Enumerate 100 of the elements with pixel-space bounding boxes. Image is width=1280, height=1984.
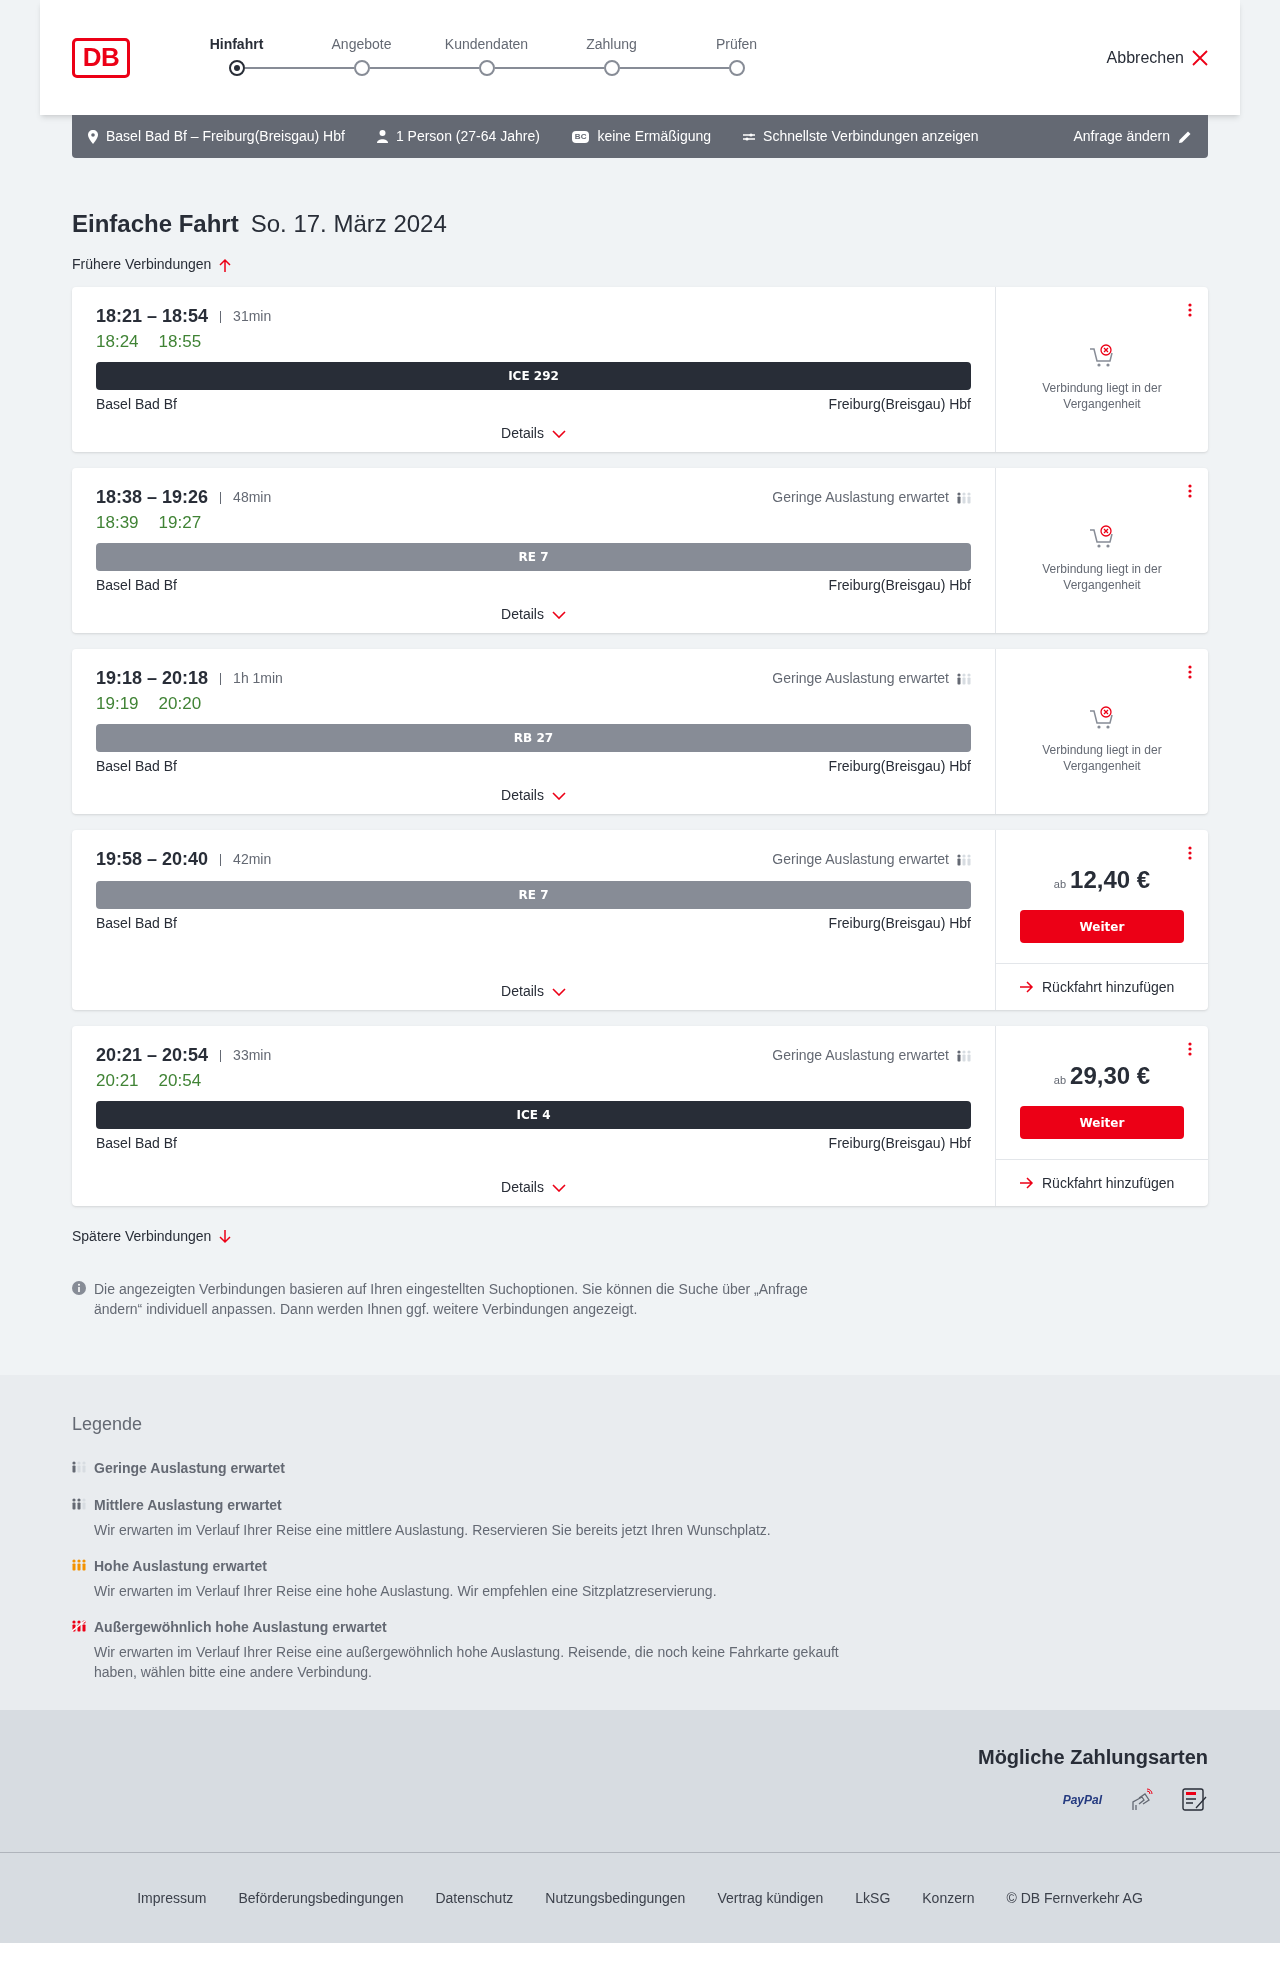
more-icon bbox=[1188, 846, 1192, 860]
arrival-station: Freiburg(Breisgau) Hbf bbox=[828, 576, 971, 595]
realtime: 20:54 bbox=[158, 1070, 202, 1092]
duration: 1h 1min bbox=[233, 669, 283, 688]
train-bar: RE 7 bbox=[96, 881, 971, 909]
realtime: 18:55 bbox=[158, 331, 202, 353]
add-return-link[interactable]: Rückfahrt hinzufügen bbox=[996, 964, 1208, 1010]
departure-station: Basel Bad Bf bbox=[96, 914, 177, 933]
arrival-station: Freiburg(Breisgau) Hbf bbox=[828, 914, 971, 933]
arrow-right-icon bbox=[1020, 981, 1034, 993]
footer-link[interactable]: Impressum bbox=[137, 1887, 207, 1909]
legend-item-title: Geringe Auslastung erwartet bbox=[94, 1459, 285, 1478]
train-bar: RE 7 bbox=[96, 543, 971, 571]
train-bar: ICE 4 bbox=[96, 1101, 971, 1129]
realtime: 19:19 bbox=[96, 693, 139, 715]
legend-item-title: Außergewöhnlich hohe Auslastung erwartet bbox=[94, 1618, 388, 1637]
step-label: Kundendaten bbox=[444, 34, 529, 54]
step-marker[interactable] bbox=[228, 59, 245, 76]
more-icon bbox=[1188, 1042, 1192, 1056]
connection-times: 20:21 – 20:54 bbox=[96, 1044, 209, 1067]
person-icon bbox=[376, 130, 388, 143]
footer-link[interactable]: Beförderungsbedingungen bbox=[238, 1887, 404, 1909]
past-connection-note: Verbindung liegt in der Vergangenheit bbox=[1041, 379, 1163, 412]
route-text: Basel Bad Bf – Freiburg(Breisgau) Hbf bbox=[106, 127, 345, 146]
footer-link[interactable]: © DB Fernverkehr AG bbox=[1006, 1887, 1143, 1909]
price: 29,30 € bbox=[1070, 1061, 1151, 1091]
occupancy-icon bbox=[957, 491, 971, 504]
realtime: 18:39 bbox=[96, 512, 139, 534]
cancel-button[interactable]: Abbrechen bbox=[1106, 45, 1208, 70]
details-toggle[interactable]: Details bbox=[501, 415, 566, 444]
arrow-right-icon bbox=[1020, 1177, 1034, 1189]
train-bar: RB 27 bbox=[96, 724, 971, 752]
chevron-down-icon bbox=[551, 1183, 566, 1192]
connection-times: 19:18 – 20:18 bbox=[96, 667, 209, 690]
more-icon bbox=[1188, 303, 1192, 317]
arrow-up-icon bbox=[219, 257, 232, 272]
occupancy-icon bbox=[72, 1461, 86, 1473]
price-prefix: ab bbox=[1053, 877, 1067, 892]
details-toggle[interactable]: Details bbox=[501, 596, 566, 625]
db-logo: DB bbox=[72, 37, 130, 78]
realtime: 19:27 bbox=[158, 512, 202, 534]
arrival-station: Freiburg(Breisgau) Hbf bbox=[828, 757, 971, 776]
sepa-icon bbox=[1182, 1788, 1208, 1812]
legend-item-title: Mittlere Auslastung erwartet bbox=[94, 1496, 283, 1515]
step-marker[interactable] bbox=[478, 59, 495, 76]
footer-link[interactable]: LkSG bbox=[855, 1887, 891, 1909]
cart-blocked-icon bbox=[1089, 705, 1115, 730]
more-icon bbox=[1188, 665, 1192, 679]
bahncard-badge: BC bbox=[571, 130, 590, 143]
past-connection-note: Verbindung liegt in der Vergangenheit bbox=[1041, 741, 1163, 774]
duration: 31min bbox=[233, 307, 272, 326]
realtime: 20:21 bbox=[96, 1070, 139, 1092]
step-marker[interactable] bbox=[728, 59, 745, 76]
step-marker[interactable] bbox=[353, 59, 370, 76]
details-toggle[interactable]: Details bbox=[501, 973, 566, 1002]
arrival-station: Freiburg(Breisgau) Hbf bbox=[828, 1134, 971, 1153]
departure-station: Basel Bad Bf bbox=[96, 576, 177, 595]
price: 12,40 € bbox=[1070, 865, 1151, 895]
occupancy-icon bbox=[72, 1620, 86, 1632]
occupancy-text: Geringe Auslastung erwartet bbox=[772, 850, 949, 869]
add-return-link[interactable]: Rückfahrt hinzufügen bbox=[996, 1160, 1208, 1206]
legend-item-text: Wir erwarten im Verlauf Ihrer Reise eine hohe Auslastung. Wir empfehlen eine Sitzplatzreservierung. bbox=[94, 1582, 718, 1601]
duration: 33min bbox=[233, 1046, 272, 1065]
step-marker[interactable] bbox=[603, 59, 620, 76]
past-connection-note: Verbindung liegt in der Vergangenheit bbox=[1041, 560, 1163, 593]
chevron-down-icon bbox=[551, 791, 566, 800]
cart-blocked-icon bbox=[1089, 524, 1115, 549]
continue-button[interactable]: Weiter bbox=[1020, 1106, 1184, 1139]
footer-link[interactable]: Konzern bbox=[922, 1887, 975, 1909]
step-label: Zahlung bbox=[586, 34, 637, 54]
duration: 42min bbox=[233, 850, 272, 869]
occupancy-text: Geringe Auslastung erwartet bbox=[772, 488, 949, 507]
discount-text: keine Ermäßigung bbox=[597, 127, 712, 146]
payment-title: Mögliche Zahlungsarten bbox=[977, 1745, 1208, 1770]
step-label: Hinfahrt bbox=[209, 34, 264, 54]
occupancy-text: Geringe Auslastung erwartet bbox=[772, 669, 949, 688]
contactless-payment-icon bbox=[1130, 1788, 1154, 1812]
train-bar: ICE 292 bbox=[96, 362, 971, 390]
legend-item-text: Wir erwarten im Verlauf Ihrer Reise eine mittlere Auslastung. Reservieren Sie bereits jetzt Ihren Wunschplatz. bbox=[94, 1521, 772, 1540]
close-icon bbox=[1192, 49, 1208, 66]
earlier-connections-link[interactable]: Frühere Verbindungen bbox=[72, 254, 232, 275]
continue-button[interactable]: Weiter bbox=[1020, 910, 1184, 943]
occupancy-icon bbox=[72, 1559, 86, 1571]
occupancy-text: Geringe Auslastung erwartet bbox=[772, 1046, 949, 1065]
details-toggle[interactable]: Details bbox=[501, 777, 566, 806]
occupancy-icon bbox=[957, 853, 971, 866]
occupancy-icon bbox=[72, 1498, 86, 1510]
details-toggle[interactable]: Details bbox=[501, 1169, 566, 1198]
arrival-station: Freiburg(Breisgau) Hbf bbox=[828, 395, 971, 414]
edit-request-button[interactable]: Anfrage ändern bbox=[1073, 126, 1192, 147]
info-icon bbox=[72, 1281, 86, 1295]
legend-title: Legende bbox=[72, 1413, 144, 1436]
later-connections-link[interactable]: Spätere Verbindungen bbox=[72, 1226, 232, 1247]
footer-link[interactable]: Datenschutz bbox=[435, 1887, 514, 1909]
legend-item-text: Wir erwarten im Verlauf Ihrer Reise eine außergewöhnlich hohe Auslastung. Reisende, die noch keine Fahrkarte gekauft haben, wählen bitte eine andere Verbindung. bbox=[94, 1643, 840, 1682]
chevron-down-icon bbox=[551, 987, 566, 996]
connection-times: 18:38 – 19:26 bbox=[96, 486, 209, 509]
pencil-icon bbox=[1178, 129, 1192, 144]
footer-link[interactable]: Nutzungsbedingungen bbox=[545, 1887, 686, 1909]
footer-link[interactable]: Vertrag kündigen bbox=[717, 1887, 824, 1909]
